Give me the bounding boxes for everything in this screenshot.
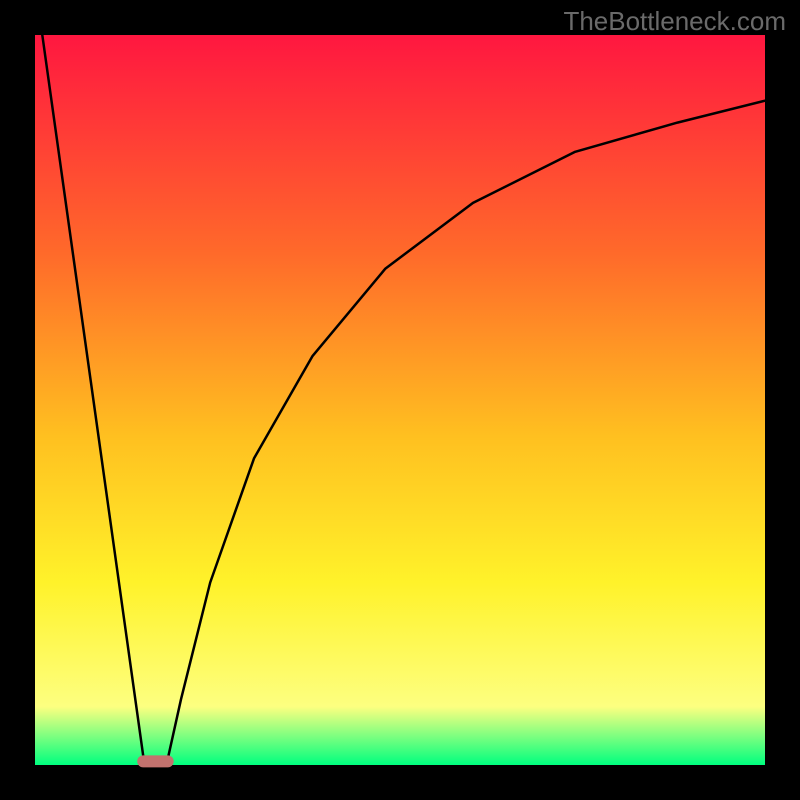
chart-svg [0,0,800,800]
plot-area [35,35,765,765]
attribution-label: TheBottleneck.com [563,6,786,37]
bottleneck-chart: TheBottleneck.com [0,0,800,800]
optimal-zone-marker [137,755,174,767]
